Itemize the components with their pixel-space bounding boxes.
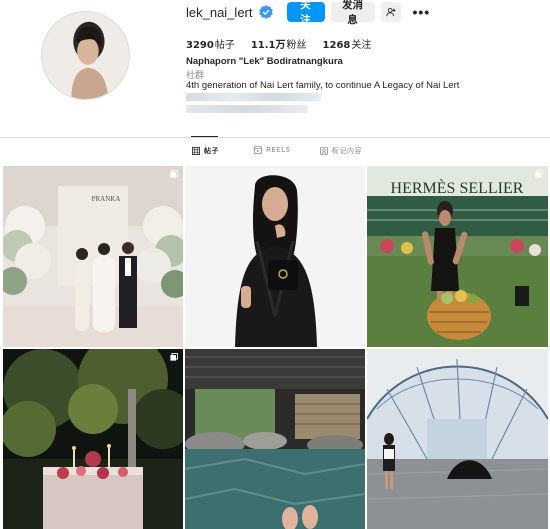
verified-badge-icon — [258, 5, 273, 19]
post-image-greenhouse — [367, 349, 548, 529]
tab-posts-label: 帖子 — [204, 147, 219, 155]
avatar-photo — [42, 12, 129, 99]
username: lek_nai_lert — [186, 4, 253, 20]
followers-label: 粉丝 — [286, 40, 307, 51]
post-image-hermes: HERMÈS SELLIER — [367, 166, 548, 347]
post-image-wedding: PRANKA — [3, 166, 183, 347]
tab-reels[interactable]: REELS — [254, 146, 291, 154]
following-label: 关注 — [351, 40, 372, 51]
tabs-divider — [0, 137, 550, 138]
followers-count: 11.1万 — [250, 40, 286, 51]
post-image-portrait — [185, 166, 365, 347]
reels-icon — [254, 146, 262, 154]
following-stat[interactable]: 1268 关注 — [323, 36, 372, 51]
blurred-link-secondary[interactable] — [186, 105, 308, 113]
follow-button[interactable]: 关注 — [286, 0, 325, 26]
bio-text: 4th generation of Nai Lert family, to co… — [186, 80, 460, 91]
tab-posts[interactable]: 帖子 — [192, 146, 219, 156]
profile-header: lek_nai_lert 关注 发消息 ••• — [186, 0, 431, 26]
full-name: Naphaporn "Lek" Bodiratnangkura — [186, 56, 343, 67]
profile-tabs: 帖子 REELS 标记内容 — [0, 146, 550, 160]
suggested-users-button[interactable] — [380, 2, 401, 22]
post-tile[interactable]: PRANKA — [3, 166, 183, 347]
blurred-link[interactable] — [186, 93, 321, 101]
active-tab-indicator — [191, 136, 218, 137]
post-image-onsen — [185, 349, 365, 529]
followers-stat[interactable]: 11.1万 粉丝 — [251, 36, 307, 51]
posts-label: 帖子 — [214, 40, 235, 51]
multi-post-icon — [170, 353, 178, 361]
post-tile[interactable] — [185, 349, 365, 529]
profile-avatar[interactable] — [41, 11, 130, 100]
tab-tagged[interactable]: 标记内容 — [320, 146, 362, 156]
profile-stats: 3290 帖子 11.1万 粉丝 1268 关注 — [186, 36, 371, 51]
tab-reels-label: REELS — [266, 146, 291, 154]
post-tile[interactable] — [3, 349, 183, 529]
posts-grid: PRANKA HERMÈS SELLIER — [3, 166, 548, 529]
posts-stat: 3290 帖子 — [186, 36, 235, 51]
hermes-banner-text: HERMÈS SELLIER — [391, 178, 524, 197]
post-tile[interactable] — [367, 349, 548, 529]
more-options-icon[interactable]: ••• — [413, 4, 431, 20]
tab-tagged-label: 标记内容 — [332, 147, 362, 155]
multi-post-icon — [535, 170, 543, 178]
add-person-icon — [385, 7, 396, 17]
wedding-banner-text: PRANKA — [92, 195, 121, 203]
tagged-icon — [320, 147, 328, 155]
post-tile[interactable] — [185, 166, 365, 347]
multi-post-icon — [170, 170, 178, 178]
grid-icon — [192, 147, 200, 155]
post-image-night-dinner — [3, 349, 183, 529]
post-tile[interactable]: HERMÈS SELLIER — [367, 166, 548, 347]
following-count: 1268 — [322, 40, 351, 51]
message-button[interactable]: 发消息 — [330, 0, 375, 26]
posts-count: 3290 — [186, 40, 214, 51]
